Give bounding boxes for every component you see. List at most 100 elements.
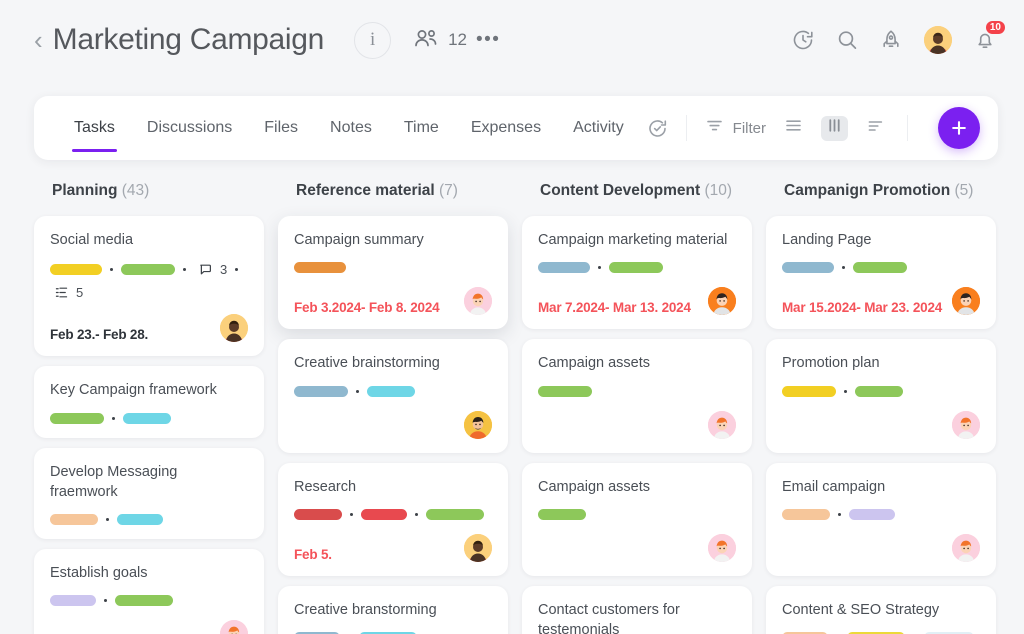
tab-notes[interactable]: Notes bbox=[314, 96, 388, 160]
assignee-avatar[interactable] bbox=[708, 533, 736, 562]
task-card[interactable]: Landing Page Mar 15.2024- Mar 23. 2024 bbox=[766, 216, 996, 330]
column-title: Content Development bbox=[540, 182, 701, 199]
tag-separator bbox=[350, 512, 353, 516]
tab-label: Tasks bbox=[74, 119, 115, 136]
task-card[interactable]: Develop Messaging fraemwork bbox=[34, 447, 264, 540]
avatar[interactable] bbox=[924, 26, 952, 54]
task-card[interactable]: Key Campaign framework bbox=[34, 366, 264, 438]
meta-value: 5 bbox=[76, 285, 84, 301]
task-tag bbox=[50, 264, 102, 276]
tag-separator bbox=[110, 268, 113, 272]
chevron-left-icon[interactable]: ‹ bbox=[34, 27, 43, 53]
kanban-column: Reference material (7) Campaign summary Fe… bbox=[278, 176, 518, 634]
tag-row bbox=[538, 385, 736, 397]
add-task-button[interactable] bbox=[938, 107, 980, 149]
tag-separator bbox=[106, 518, 109, 522]
header-actions: 10 bbox=[792, 20, 1006, 54]
column-count: (7) bbox=[434, 182, 458, 199]
tag-row: 35 bbox=[50, 262, 248, 300]
people-icon bbox=[413, 28, 439, 53]
task-tag bbox=[50, 595, 96, 607]
tag-row bbox=[538, 508, 736, 520]
tab-bar: Tasks Discussions Files Notes Time Expen… bbox=[34, 96, 998, 160]
sort-button[interactable] bbox=[862, 116, 889, 141]
filter-button[interactable]: Filter bbox=[705, 116, 766, 140]
list-view-button[interactable] bbox=[780, 116, 807, 141]
tag-row bbox=[294, 385, 492, 397]
tab-activity[interactable]: Activity bbox=[557, 96, 640, 160]
meta-value: 3 bbox=[220, 262, 228, 278]
task-card[interactable]: Campaign summary Feb 3.2024- Feb 8. 2024 bbox=[278, 216, 508, 330]
task-card[interactable]: Promotion plan bbox=[766, 339, 996, 453]
column-title: Reference material bbox=[296, 182, 435, 199]
task-card[interactable]: Contact customers for testemonials bbox=[522, 585, 752, 634]
assignee-avatar[interactable] bbox=[952, 533, 980, 562]
column-count: (10) bbox=[700, 182, 733, 199]
task-card[interactable]: Campaign marketing material Mar 7.2024- M… bbox=[522, 216, 752, 330]
tab-files[interactable]: Files bbox=[248, 96, 314, 160]
more-horizontal-icon[interactable]: ••• bbox=[476, 30, 500, 49]
info-icon[interactable]: i bbox=[354, 21, 392, 59]
assignee-avatar[interactable] bbox=[464, 287, 492, 316]
task-card[interactable]: Campaign assets bbox=[522, 462, 752, 576]
column-header: Content Development (10) bbox=[522, 176, 762, 216]
task-title: Contact customers for testemonials bbox=[538, 601, 680, 634]
tab-label: Notes bbox=[330, 119, 372, 136]
members-group[interactable]: 12 ••• bbox=[413, 28, 500, 53]
task-card[interactable]: Content & SEO Strategy53 bbox=[766, 585, 996, 634]
list-view-icon bbox=[784, 116, 803, 140]
task-card[interactable]: Creative branstorming bbox=[278, 585, 508, 634]
tag-row bbox=[782, 508, 980, 520]
task-tag bbox=[294, 385, 348, 397]
search-icon[interactable] bbox=[836, 29, 858, 51]
rocket-icon[interactable] bbox=[880, 29, 902, 51]
task-card[interactable]: Research Feb 5. bbox=[278, 462, 508, 576]
assignee-avatar[interactable] bbox=[220, 314, 248, 343]
tab-label: Discussions bbox=[146, 119, 233, 136]
assignee-avatar[interactable] bbox=[464, 533, 492, 562]
tab-label: Time bbox=[403, 119, 439, 136]
bell-icon[interactable]: 10 bbox=[974, 20, 1006, 51]
tab-time[interactable]: Time bbox=[388, 96, 455, 160]
tab-discussions[interactable]: Discussions bbox=[131, 96, 248, 160]
column-header: Campanign Promotion (5) bbox=[766, 176, 1006, 216]
tab-label: Expenses bbox=[470, 119, 542, 136]
history-clock-icon[interactable] bbox=[792, 29, 814, 51]
card-footer bbox=[538, 533, 736, 562]
assignee-avatar[interactable] bbox=[708, 410, 736, 439]
board-view-button[interactable] bbox=[821, 115, 848, 141]
card-footer: Feb 5. bbox=[294, 533, 492, 562]
card-list: Campaign marketing material Mar 7.2024- M… bbox=[522, 216, 762, 634]
task-card[interactable]: Social media 3 5 Feb 23.- Feb 28. bbox=[34, 216, 264, 357]
assignee-avatar[interactable] bbox=[708, 287, 736, 316]
tabs: Tasks Discussions Files Notes Time Expen… bbox=[58, 96, 640, 160]
task-title: Establish goals bbox=[50, 565, 148, 582]
task-card[interactable]: Email campaign bbox=[766, 462, 996, 576]
column-header: Planning (43) bbox=[34, 176, 274, 216]
tag-row bbox=[294, 508, 492, 520]
tab-expenses[interactable]: Expenses bbox=[455, 96, 557, 160]
assignee-avatar[interactable] bbox=[952, 287, 980, 316]
assignee-avatar[interactable] bbox=[220, 620, 248, 634]
card-footer: Mar 7.2024- Mar 13. 2024 bbox=[538, 287, 736, 316]
card-list: Campaign summary Feb 3.2024- Feb 8. 2024 C… bbox=[278, 216, 518, 634]
members-count: 12 bbox=[448, 30, 467, 49]
task-title: Research bbox=[294, 478, 357, 495]
column-count: (43) bbox=[117, 182, 150, 199]
card-footer bbox=[294, 410, 492, 439]
page-title: Marketing Campaign bbox=[52, 23, 325, 56]
tab-tasks[interactable]: Tasks bbox=[58, 96, 131, 160]
filter-label: Filter bbox=[732, 119, 766, 137]
tag-row bbox=[538, 262, 736, 274]
task-card[interactable]: Creative brainstorming bbox=[278, 339, 508, 453]
assignee-avatar[interactable] bbox=[464, 410, 492, 439]
tag-separator bbox=[415, 512, 418, 516]
task-tag bbox=[121, 264, 175, 276]
task-card[interactable]: Campaign assets bbox=[522, 339, 752, 453]
task-tag bbox=[782, 508, 830, 520]
assignee-avatar[interactable] bbox=[952, 410, 980, 439]
kanban-board: Planning (43) Social media 3 5 Feb 23.- Feb … bbox=[0, 176, 1024, 634]
task-title: Promotion plan bbox=[782, 355, 880, 372]
task-card[interactable]: Establish goals bbox=[34, 549, 264, 634]
refresh-sync-icon[interactable] bbox=[647, 118, 668, 139]
